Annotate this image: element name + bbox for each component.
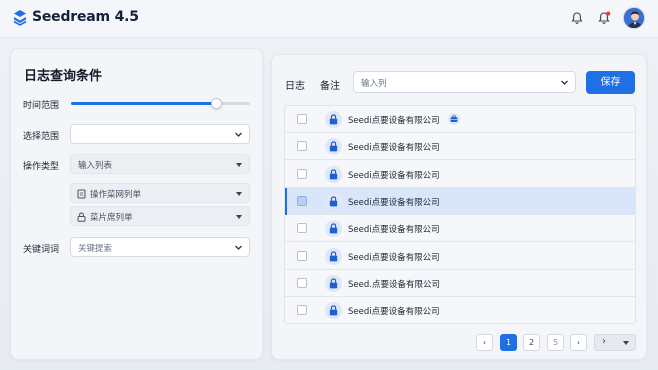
seedream-logo-icon bbox=[13, 10, 27, 26]
row-checkbox[interactable] bbox=[297, 223, 307, 234]
time-range-slider[interactable] bbox=[71, 98, 250, 109]
lock-icon bbox=[77, 212, 86, 222]
op-menu-select-value: 操作菜网列单 bbox=[90, 190, 142, 200]
row-checkbox[interactable] bbox=[297, 114, 307, 124]
page-button-1[interactable]: 1 bbox=[500, 334, 517, 351]
scope-label: 选择范围 bbox=[23, 132, 60, 142]
log-panel: 日志 备注 输入列 保存 Seedi点要设备有限公司 Seedi点要设备有限公司 S… bbox=[271, 54, 647, 360]
keyword-search-input[interactable]: 关键提索 bbox=[70, 237, 250, 257]
lock-icon bbox=[325, 220, 342, 238]
keyword-label: 关键词词 bbox=[23, 245, 60, 255]
lock-icon bbox=[325, 165, 342, 183]
user-avatar[interactable] bbox=[623, 7, 645, 29]
caret-down-icon bbox=[623, 341, 629, 345]
row-company-name: Seedi点要设备有限公司 bbox=[348, 143, 440, 154]
save-button[interactable]: 保存 bbox=[586, 71, 635, 94]
lock-icon bbox=[325, 274, 342, 292]
log-label: 日志 bbox=[285, 81, 305, 92]
filter-panel-title: 日志查询条件 bbox=[24, 69, 103, 84]
time-range-slider-fill bbox=[71, 102, 216, 105]
filter-panel: 日志查询条件 时间范围 选择范围 操作类型 输入列表 操作菜网列单 菜片席列单 … bbox=[10, 48, 263, 360]
page-button-5[interactable]: 5 bbox=[547, 334, 564, 351]
row-company-name: Seedi点要设备有限公司 bbox=[348, 116, 440, 126]
row-company-name: Seedi点要设备有限公司 bbox=[348, 225, 440, 236]
table-row[interactable]: Seedi点要设备有限公司 bbox=[285, 297, 635, 323]
note-label: 备注 bbox=[320, 81, 340, 92]
next-page-button[interactable]: › bbox=[570, 334, 587, 351]
row-company-name: Seedi点要设备有限公司 bbox=[348, 197, 440, 208]
caret-down-icon bbox=[236, 163, 242, 167]
selected-row-indicator bbox=[285, 187, 287, 215]
keyword-placeholder: 关键提索 bbox=[78, 244, 113, 254]
row-checkbox[interactable] bbox=[297, 277, 307, 288]
table-row[interactable]: Seedi点要设备有限公司 bbox=[285, 161, 635, 188]
lock-icon bbox=[325, 192, 342, 210]
row-company-name: Seedi点要设备有限公司 bbox=[348, 307, 440, 318]
chevron-down-icon bbox=[561, 80, 568, 85]
app-header: Seedream 4.5 bbox=[0, 0, 658, 38]
row-checkbox[interactable] bbox=[297, 141, 307, 152]
row-company-name: Seed.点要设备有限公司 bbox=[348, 279, 440, 290]
op-menu-select[interactable]: 操作菜网列单 bbox=[70, 183, 250, 203]
row-checkbox[interactable] bbox=[297, 195, 307, 206]
caret-down-icon bbox=[236, 192, 242, 196]
row-company-name: Seedi点要设备有限公司 bbox=[348, 252, 440, 263]
table-row[interactable]: Seedi点要设备有限公司 bbox=[285, 133, 635, 161]
prev-page-button[interactable]: ‹ bbox=[476, 334, 493, 351]
table-row[interactable]: Seedi点要设备有限公司 bbox=[285, 187, 635, 215]
lock-icon bbox=[325, 302, 342, 320]
lock-icon bbox=[325, 247, 342, 265]
table-row[interactable]: Seedi点要设备有限公司 bbox=[285, 215, 635, 243]
table-row[interactable]: Seedi点要设备有限公司 bbox=[285, 243, 635, 270]
time-range-slider-thumb[interactable] bbox=[210, 98, 222, 109]
caret-down-icon bbox=[236, 215, 242, 219]
page-size-select[interactable]: › bbox=[594, 334, 636, 351]
note-input[interactable]: 输入列 bbox=[353, 71, 576, 93]
page-button-2[interactable]: 2 bbox=[523, 334, 540, 351]
lock-icon bbox=[325, 138, 342, 156]
note-input-placeholder: 输入列 bbox=[361, 79, 387, 89]
notification-bell-icon[interactable] bbox=[597, 11, 611, 25]
briefcase-badge-icon bbox=[448, 113, 460, 125]
chevron-down-icon bbox=[235, 132, 242, 137]
page-size-chevron: › bbox=[602, 336, 606, 347]
avatar-person-icon bbox=[624, 8, 644, 28]
op-type-select[interactable]: 输入列表 bbox=[70, 154, 250, 174]
bell-icon[interactable] bbox=[570, 11, 584, 25]
menu-list-select-value: 菜片席列单 bbox=[90, 213, 133, 223]
table-row[interactable]: Seed.点要设备有限公司 bbox=[285, 270, 635, 297]
op-type-label: 操作类型 bbox=[23, 162, 60, 172]
document-icon bbox=[77, 189, 86, 199]
chevron-down-icon bbox=[235, 245, 242, 250]
scope-select[interactable] bbox=[70, 124, 250, 144]
menu-list-select[interactable]: 菜片席列单 bbox=[70, 206, 250, 226]
row-company-name: Seedi点要设备有限公司 bbox=[348, 170, 440, 181]
table-row[interactable]: Seedi点要设备有限公司 bbox=[285, 106, 635, 133]
row-checkbox[interactable] bbox=[297, 305, 307, 316]
app-title: Seedream 4.5 bbox=[32, 9, 139, 25]
op-type-select-value: 输入列表 bbox=[78, 161, 113, 171]
lock-icon bbox=[325, 111, 342, 128]
time-range-label: 时间范围 bbox=[23, 101, 60, 111]
row-checkbox[interactable] bbox=[297, 168, 307, 179]
log-table: Seedi点要设备有限公司 Seedi点要设备有限公司 Seedi点要设备有限公司 S… bbox=[284, 105, 636, 324]
row-checkbox[interactable] bbox=[297, 250, 307, 261]
